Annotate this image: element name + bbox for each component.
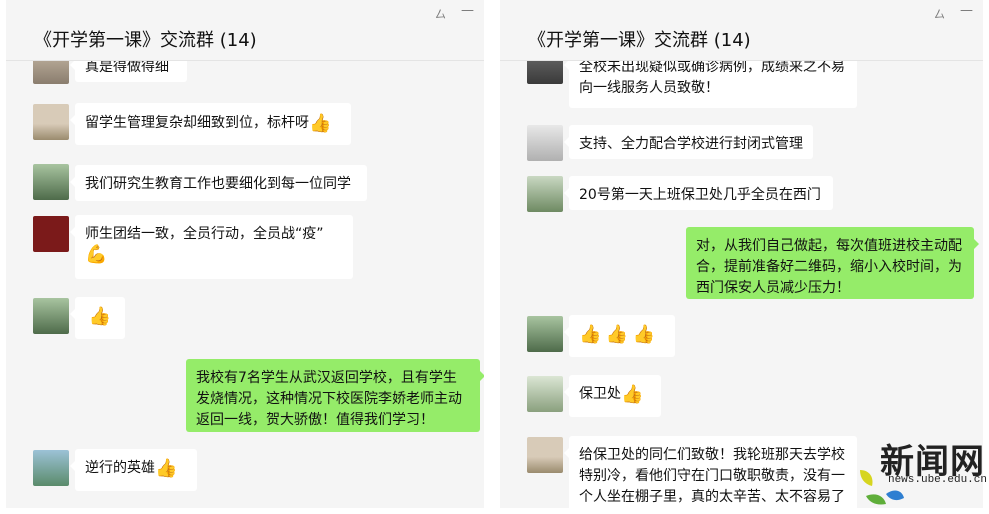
chat-title: 《开学第一课》交流群 (14): [34, 30, 257, 51]
minimize-icon[interactable]: —: [960, 3, 973, 18]
message-bubble: 👍: [70, 297, 125, 339]
message-bubble: 20号第一天上班保卫处几乎全员在西门: [564, 176, 833, 210]
avatar[interactable]: [527, 376, 563, 412]
chat-title: 《开学第一课》交流群 (14): [528, 30, 751, 51]
chat-window-left: 真是得做得细 留学生管理复杂却细致到位，标杆呀👍 我们研究生教育工作也要细化到每…: [6, 0, 484, 508]
message-bubble: 留学生管理复杂却细致到位，标杆呀👍: [70, 103, 351, 145]
thumbs-up-icon: 👍: [605, 324, 629, 345]
message-bubble: 师生团结一致，全员行动，全员战“疫” 💪: [70, 215, 353, 279]
message-list[interactable]: 真是得做得细 留学生管理复杂却细致到位，标杆呀👍 我们研究生教育工作也要细化到每…: [6, 0, 484, 508]
minimize-icon[interactable]: —: [461, 3, 474, 18]
chat-header: 《开学第一课》交流群 (14) ⼛ —: [500, 0, 983, 61]
avatar[interactable]: [527, 316, 563, 352]
pin-icon[interactable]: ⼛: [934, 6, 945, 22]
avatar[interactable]: [527, 437, 563, 473]
message-text: 留学生管理复杂却细致到位，标杆呀: [85, 115, 309, 131]
avatar[interactable]: [33, 104, 69, 140]
message-text: 保卫处: [579, 386, 621, 402]
thumbs-up-icon: 👍: [88, 306, 112, 327]
flexed-biceps-icon: 💪: [85, 244, 108, 265]
message-text: 全校未出现疑似或确诊病例，成绩来之不易向一线服务人员致敬！: [579, 59, 845, 96]
message-text: 逆行的英雄: [85, 460, 155, 476]
watermark: 新闻网 news.ube.edu.cn: [856, 434, 989, 514]
thumbs-up-icon: 👍: [621, 384, 644, 405]
thumbs-up-icon: 👍: [309, 113, 332, 134]
message-bubble: 👍 👍 👍: [564, 315, 675, 357]
avatar[interactable]: [33, 164, 69, 200]
message-text: 对，从我们自己做起，每次值班进校主动配合，提前准备好二维码，缩小入校时间，为西门…: [696, 238, 962, 296]
avatar[interactable]: [33, 450, 69, 486]
message-bubble-self: 对，从我们自己做起，每次值班进校主动配合，提前准备好二维码，缩小入校时间，为西门…: [686, 227, 979, 299]
message-text: 20号第一天上班保卫处几乎全员在西门: [579, 187, 821, 203]
watermark-url: news.ube.edu.cn: [887, 474, 987, 486]
chat-window-right: 全校未出现疑似或确诊病例，成绩来之不易向一线服务人员致敬！ 支持、全力配合学校进…: [500, 0, 983, 508]
message-bubble: 给保卫处的同仁们致敬！我轮班那天去学校特别冷，看他们守在门口敬职敬责，没有一个人…: [564, 436, 857, 508]
message-bubble: 保卫处👍: [564, 375, 661, 417]
message-text: 我们研究生教育工作也要细化到每一位同学: [85, 176, 351, 192]
message-text: 真是得做得细: [85, 59, 169, 75]
avatar[interactable]: [33, 298, 69, 334]
thumbs-up-icon: 👍: [632, 324, 656, 345]
message-bubble: 支持、全力配合学校进行封闭式管理: [564, 125, 813, 159]
message-text: 给保卫处的同仁们致敬！我轮班那天去学校特别冷，看他们守在门口敬职敬责，没有一个人…: [579, 447, 845, 505]
message-text: 支持、全力配合学校进行封闭式管理: [579, 136, 803, 152]
message-list[interactable]: 全校未出现疑似或确诊病例，成绩来之不易向一线服务人员致敬！ 支持、全力配合学校进…: [500, 0, 983, 508]
avatar[interactable]: [527, 125, 563, 161]
message-bubble-self: 我校有7名学生从武汉返回学校，且有学生发烧情况，这种情况下校医院李娇老师主动返回…: [186, 359, 484, 432]
message-text: 我校有7名学生从武汉返回学校，且有学生发烧情况，这种情况下校医院李娇老师主动返回…: [196, 370, 462, 428]
thumbs-up-icon: 👍: [579, 324, 602, 345]
message-text: 师生团结一致，全员行动，全员战“疫”: [85, 226, 324, 242]
message-bubble: 我们研究生教育工作也要细化到每一位同学: [70, 165, 367, 201]
chat-header: 《开学第一课》交流群 (14) ⼛ —: [6, 0, 484, 61]
message-bubble: 逆行的英雄👍: [70, 449, 197, 491]
avatar[interactable]: [33, 216, 69, 252]
avatar[interactable]: [527, 176, 563, 212]
thumbs-up-icon: 👍: [155, 458, 178, 479]
pin-icon[interactable]: ⼛: [435, 6, 446, 22]
